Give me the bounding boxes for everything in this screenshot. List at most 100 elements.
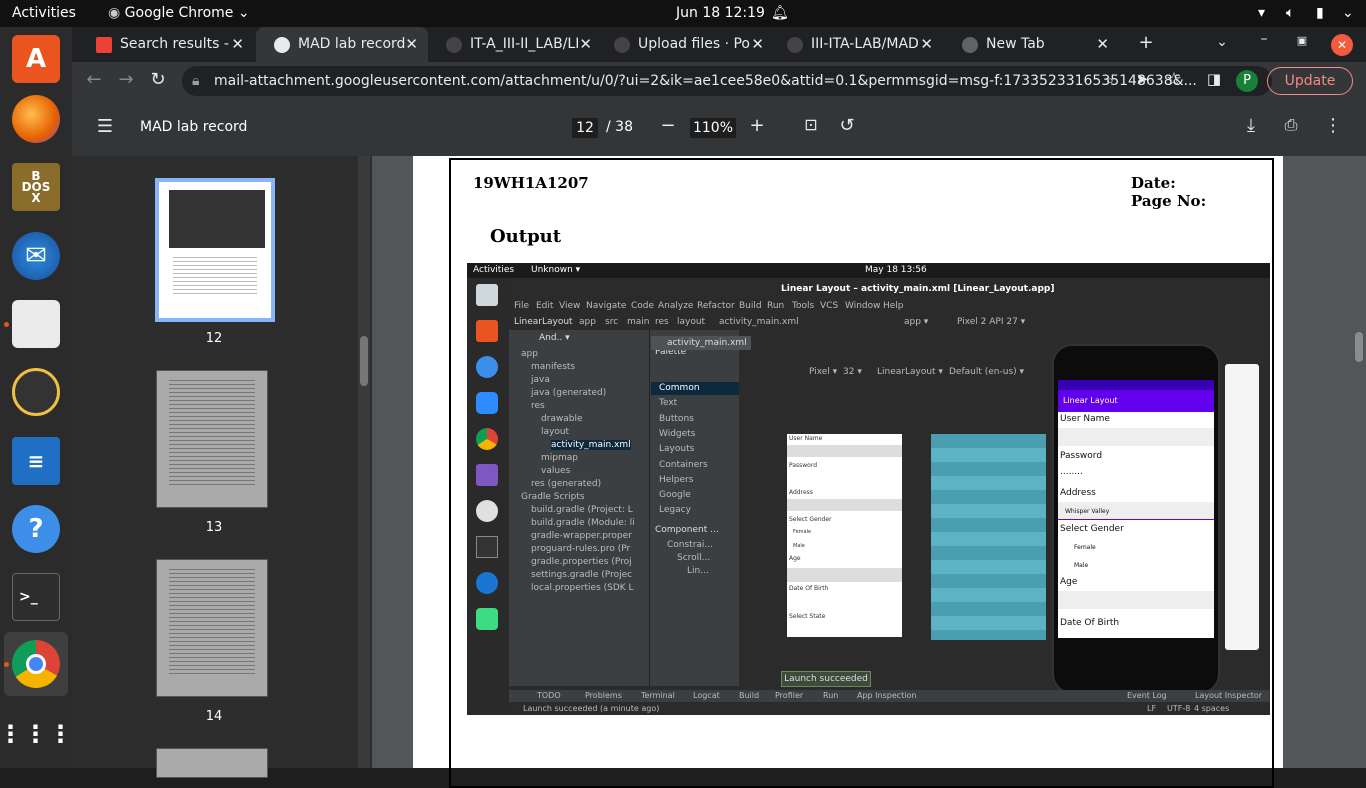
project-tree-item: values: [541, 466, 571, 476]
tab-new-tab[interactable]: New Tab ✕: [944, 27, 1119, 62]
project-tree-item: app: [521, 349, 538, 359]
project-tree-item: proguard-rules.pro (Pr: [531, 544, 631, 554]
zoom-magnifier-icon[interactable]: ⌕: [1100, 71, 1120, 89]
close-icon[interactable]: ✕: [405, 27, 418, 62]
project-tree-item: res: [531, 401, 545, 411]
system-menu-chevron-icon[interactable]: ⌄: [1342, 5, 1354, 21]
ubuntu-top-bar: Activities ◉ Google Chrome ⌄ Jun 18 12:1…: [0, 0, 1366, 27]
minimize-icon[interactable]: –: [1254, 31, 1274, 47]
send-icon[interactable]: ➤: [1132, 70, 1152, 88]
software-center-icon[interactable]: A: [12, 35, 60, 83]
gmail-icon: [96, 37, 112, 53]
roll-number: 19WH1A1207: [473, 174, 589, 192]
tab-github-lab[interactable]: IT-A_III-II_LAB/LI ✕: [428, 27, 602, 62]
project-tree-item: Gradle Scripts: [521, 492, 585, 502]
writer-icon[interactable]: ≡: [12, 437, 60, 485]
github-icon: [614, 37, 630, 53]
project-tree-item: drawable: [541, 414, 583, 424]
project-tree-item: mipmap: [541, 453, 578, 463]
print-icon[interactable]: ⎙: [1280, 115, 1302, 135]
ide-menu-file: File: [514, 301, 530, 311]
launch-toast: Launch succeeded: [781, 671, 871, 687]
globe-icon: [274, 37, 290, 53]
project-tree-item: build.gradle (Project: L: [531, 505, 633, 515]
reload-icon[interactable]: ↻: [148, 69, 168, 90]
more-vert-icon[interactable]: ⋮: [1322, 115, 1344, 136]
forward-arrow-icon[interactable]: →: [116, 69, 136, 90]
project-tree-item: gradle.properties (Proj: [531, 557, 632, 567]
project-tree-item: layout: [541, 427, 570, 437]
thumbnail-page-15[interactable]: [156, 748, 268, 778]
maximize-icon[interactable]: ▣: [1292, 34, 1312, 47]
tab-search-chevron-icon[interactable]: ⌄: [1212, 34, 1232, 50]
download-icon[interactable]: ⤓: [1240, 115, 1262, 136]
battery-icon[interactable]: ▮: [1316, 5, 1324, 21]
output-heading: Output: [490, 226, 562, 247]
chrome-tab-bar: Search results - ✕ MAD lab record ✕ IT-A_I…: [72, 27, 1366, 62]
page-scrollbar[interactable]: [1352, 156, 1366, 768]
bookmark-star-icon[interactable]: ☆: [1164, 69, 1184, 90]
help-icon[interactable]: ?: [12, 505, 60, 553]
project-tree-item: settings.gradle (Projec: [531, 570, 633, 580]
close-icon[interactable]: ✕: [231, 27, 244, 62]
firefox-icon[interactable]: [12, 95, 60, 143]
globe-icon: [962, 37, 978, 53]
zoom-input[interactable]: 110%: [690, 118, 736, 138]
close-icon[interactable]: ✕: [579, 27, 592, 62]
zoom-in-icon[interactable]: +: [747, 115, 767, 136]
terminal-icon[interactable]: >_: [12, 573, 60, 621]
thunderbird-icon[interactable]: ✉: [12, 232, 60, 280]
project-tree-item: manifests: [531, 362, 576, 372]
volume-icon[interactable]: 🔈︎: [1286, 5, 1294, 21]
project-tree-item: java (generated): [531, 388, 607, 398]
pdf-viewer: 19WH1A1207 Date: Page No: Output Activit…: [372, 156, 1366, 788]
new-tab-plus-icon[interactable]: +: [1136, 32, 1156, 53]
notification-bell-icon: 🔔︎: [771, 5, 789, 21]
tab-search-results[interactable]: Search results - ✕: [78, 27, 254, 62]
activities-button[interactable]: Activities: [12, 5, 76, 21]
fit-page-icon[interactable]: ⊡: [800, 115, 822, 134]
thumbnail-page-13[interactable]: [156, 370, 268, 508]
pdf-page: 19WH1A1207 Date: Page No: Output Activit…: [413, 156, 1283, 788]
github-icon: [446, 37, 462, 53]
show-applications-icon[interactable]: ⋮⋮⋮: [0, 710, 73, 758]
thumbnail-sidebar: 12 13 14: [72, 156, 372, 778]
chrome-dock-icon[interactable]: [12, 640, 60, 688]
chrome-icon: ◉: [108, 5, 125, 21]
update-button[interactable]: Update: [1267, 67, 1353, 95]
tab-mad-lab-record[interactable]: MAD lab record ✕: [256, 27, 428, 62]
profile-avatar[interactable]: P: [1236, 70, 1258, 92]
android-studio-screenshot: Activities Unknown ▾ May 18 13:56 Linear…: [467, 263, 1270, 715]
wifi-icon[interactable]: ▾: [1258, 5, 1265, 21]
page-number-input[interactable]: 12: [572, 118, 598, 138]
rotate-icon[interactable]: ↺: [836, 115, 858, 136]
back-arrow-icon[interactable]: ←: [84, 69, 104, 90]
project-tree-item: build.gradle (Module: li: [531, 518, 635, 528]
tab-upload-files[interactable]: Upload files · Po ✕: [596, 27, 774, 62]
close-icon[interactable]: ✕: [920, 27, 933, 62]
blueprint-preview: [931, 434, 1046, 640]
thumbnail-page-14[interactable]: [156, 559, 268, 697]
close-icon[interactable]: ✕: [1096, 27, 1109, 62]
page-no-label: Page No:: [1131, 192, 1207, 210]
github-icon: [787, 37, 803, 53]
project-tree-item: local.properties (SDK L: [531, 583, 634, 593]
app-menu[interactable]: ◉ Google Chrome ⌄: [108, 5, 250, 21]
thumbnail-scrollbar[interactable]: [358, 156, 370, 768]
clock[interactable]: Jun 18 12:19: [676, 5, 765, 21]
files-icon[interactable]: [12, 300, 60, 348]
dosbox-icon[interactable]: B DOS X: [12, 163, 60, 211]
menu-hamburger-icon[interactable]: ☰: [94, 116, 116, 137]
window-close-icon[interactable]: ✕: [1331, 34, 1353, 56]
tab-iii-ita-lab[interactable]: III-ITA-LAB/MAD ✕: [769, 27, 943, 62]
project-tree-item: res (generated): [531, 479, 602, 489]
rhythmbox-icon[interactable]: [12, 368, 60, 416]
zoom-out-icon[interactable]: −: [658, 115, 678, 136]
pdf-toolbar: ☰ MAD lab record 12 / 38 − 110% + ⊡ ↺ ⤓ …: [72, 100, 1366, 156]
close-icon[interactable]: ✕: [751, 27, 764, 62]
chrome-toolbar: ← → ↻ 🔒︎ mail-attachment.googleuserconte…: [72, 62, 1366, 100]
ubuntu-dock: A B DOS X ✉ ≡ ? >_ ⋮⋮⋮: [0, 27, 73, 768]
thumbnail-label: 13: [205, 520, 223, 535]
side-panel-icon[interactable]: ◨: [1204, 70, 1224, 88]
thumbnail-page-12[interactable]: [155, 178, 275, 322]
